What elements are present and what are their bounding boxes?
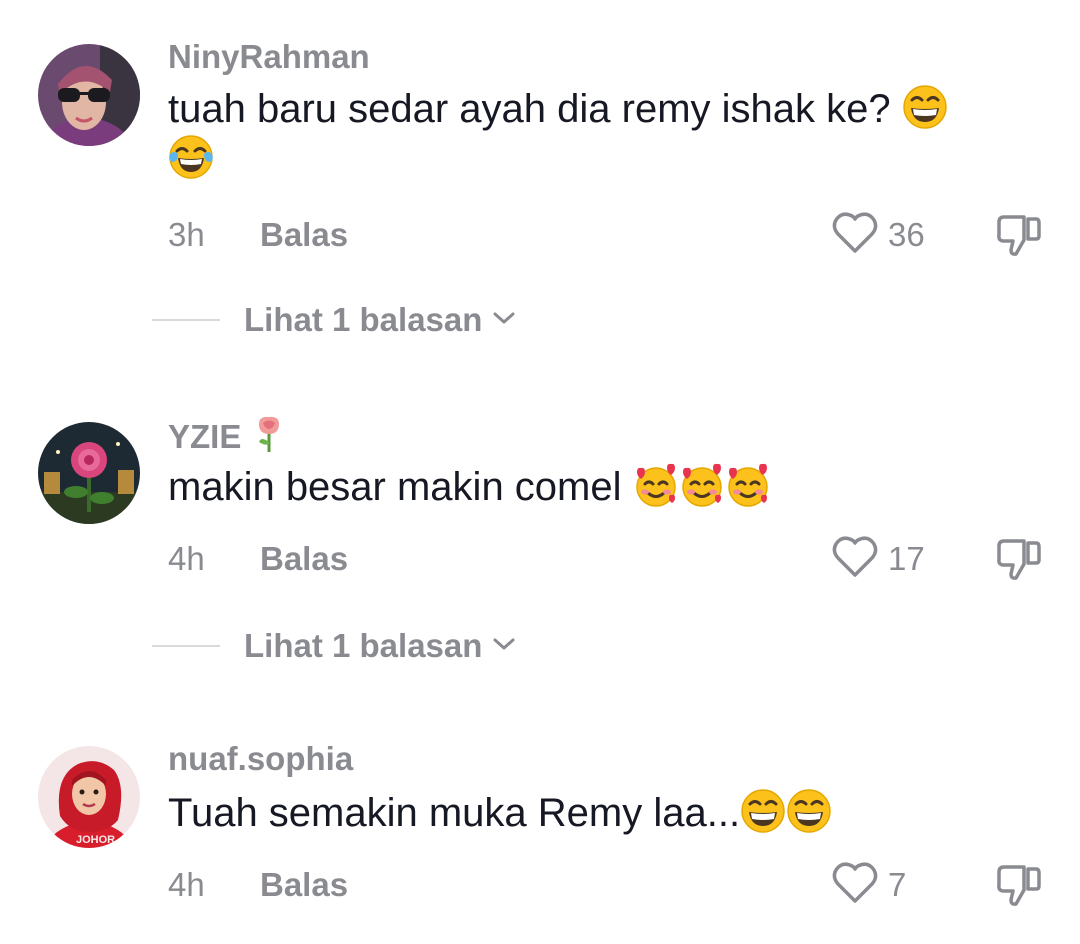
avatar-badge-text: JOHOR	[76, 834, 115, 846]
like-count: 36	[888, 216, 925, 253]
avatar[interactable]: JOHOR	[38, 746, 140, 848]
comment-text-body: Tuah semakin muka Remy laa...	[168, 791, 741, 835]
tears-of-joy-emoji	[168, 134, 214, 180]
like-count: 7	[888, 866, 907, 903]
dislike-button[interactable]	[994, 210, 1044, 260]
like-button[interactable]: 36	[832, 211, 925, 260]
comment-time: 4h	[168, 540, 205, 577]
username[interactable]: YZIE	[168, 414, 285, 462]
divider-line	[152, 319, 220, 321]
grinning-face-emoji	[902, 84, 948, 130]
reply-button[interactable]: Balas	[260, 866, 348, 904]
grinning-face-emoji	[740, 788, 786, 834]
rose-emoji	[253, 414, 285, 462]
chevron-down-icon	[492, 636, 516, 657]
username-text: NinyRahman	[168, 38, 370, 75]
view-replies-label: Lihat 1 balasan	[244, 301, 483, 338]
smiling-face-with-hearts-emoji	[633, 462, 679, 508]
comment-text-body: makin besar makin comel	[168, 465, 622, 509]
username[interactable]: NinyRahman	[168, 38, 370, 76]
heart-icon	[832, 535, 878, 584]
reply-button[interactable]: Balas	[260, 540, 348, 578]
divider-line	[152, 645, 220, 647]
like-count: 17	[888, 540, 925, 577]
chevron-down-icon	[492, 310, 516, 331]
comment-text-body: tuah baru sedar ayah dia remy ishak ke?	[168, 87, 891, 131]
smiling-face-with-hearts-emoji	[725, 462, 771, 508]
view-replies-button[interactable]: Lihat 1 balasan	[152, 300, 516, 340]
view-replies-label: Lihat 1 balasan	[244, 627, 483, 664]
comment-text: Tuah semakin muka Remy laa...	[168, 788, 1028, 838]
like-button[interactable]: 17	[832, 535, 925, 584]
heart-icon	[832, 861, 878, 910]
comment-text: tuah baru sedar ayah dia remy ishak ke?	[168, 84, 1028, 184]
avatar[interactable]	[38, 422, 140, 524]
smiling-face-with-hearts-emoji	[679, 462, 725, 508]
thumbs-down-icon	[994, 215, 1044, 264]
thumbs-down-icon	[994, 539, 1044, 588]
thumbs-down-icon	[994, 865, 1044, 914]
avatar[interactable]	[38, 44, 140, 146]
comment-time: 3h	[168, 216, 205, 253]
comment-text: makin besar makin comel	[168, 462, 1028, 512]
username-text: nuaf.sophia	[168, 740, 354, 777]
dislike-button[interactable]	[994, 534, 1044, 584]
username[interactable]: nuaf.sophia	[168, 740, 353, 778]
like-button[interactable]: 7	[832, 861, 907, 910]
dislike-button[interactable]	[994, 860, 1044, 910]
username-text: YZIE	[168, 418, 242, 455]
view-replies-button[interactable]: Lihat 1 balasan	[152, 626, 516, 666]
heart-icon	[832, 211, 878, 260]
grinning-face-emoji	[786, 788, 832, 834]
comment-time: 4h	[168, 866, 205, 903]
reply-button[interactable]: Balas	[260, 216, 348, 254]
